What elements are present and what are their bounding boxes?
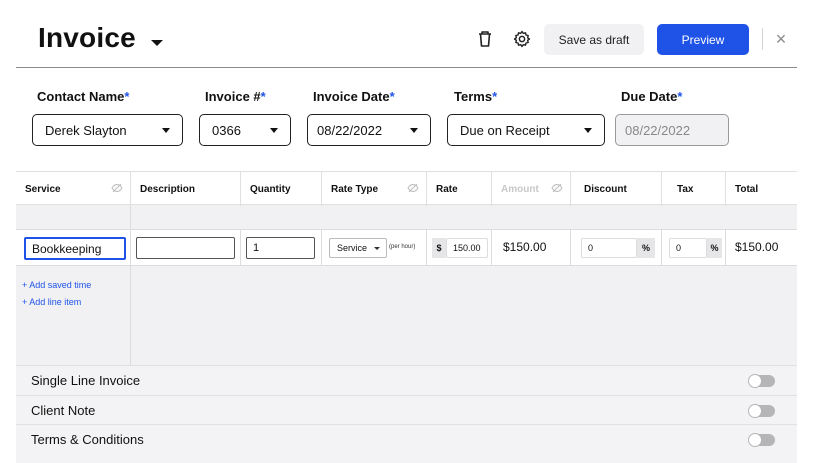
invoice-number-select[interactable]: 0366 <box>199 114 291 146</box>
discount-cell: 0 % <box>571 230 662 265</box>
terms-conditions-toggle[interactable] <box>748 433 775 447</box>
header-divider <box>762 28 763 50</box>
due-date-field: 08/22/2022 <box>615 114 729 146</box>
gear-icon[interactable] <box>511 28 533 50</box>
add-line-item-link[interactable]: + Add line item <box>22 297 81 307</box>
option-label: Single Line Invoice <box>31 373 141 388</box>
terms-label: Terms* <box>454 89 498 104</box>
column-header-total: Total <box>735 183 759 195</box>
service-input[interactable]: Bookkeeping <box>24 237 126 260</box>
table-row: Bookkeeping 1 Service (per hour) $ 150.0… <box>16 229 797 266</box>
description-input[interactable] <box>136 237 235 259</box>
column-header-discount: Discount <box>571 172 662 206</box>
column-header-rate-type: Rate Type <box>322 172 427 206</box>
chevron-down-icon <box>374 247 380 250</box>
single-line-invoice-toggle[interactable] <box>748 374 775 388</box>
chevron-down-icon <box>584 128 592 133</box>
column-header-amount: Amount <box>492 172 571 206</box>
column-header-tax: Tax <box>662 172 726 206</box>
client-note-toggle[interactable] <box>748 404 775 418</box>
title-dropdown-chevron-icon[interactable] <box>151 40 163 46</box>
due-date-label: Due Date* <box>621 89 683 104</box>
currency-addon: $ <box>432 238 446 258</box>
column-header-quantity: Quantity <box>241 172 322 206</box>
hidden-eye-icon[interactable] <box>407 183 419 193</box>
total-cell: $150.00 <box>726 230 797 265</box>
tax-input[interactable]: 0 <box>669 238 707 258</box>
description-cell <box>131 230 241 265</box>
tax-unit: % <box>707 238 722 258</box>
column-header-description: Description <box>131 172 241 206</box>
option-row-single-line-invoice: Single Line Invoice <box>16 365 797 395</box>
column-header-rate: Rate <box>427 172 492 206</box>
invoice-number-label: Invoice #* <box>205 89 266 104</box>
contact-name-select[interactable]: Derek Slayton <box>32 114 183 146</box>
quantity-cell: 1 <box>241 230 322 265</box>
rate-type-cell: Service (per hour) <box>322 230 427 265</box>
contact-name-label: Contact Name* <box>37 89 130 104</box>
discount-unit: % <box>637 238 655 258</box>
toggle-knob <box>748 404 762 418</box>
rate-type-select[interactable]: Service <box>329 238 387 258</box>
option-row-terms-conditions: Terms & Conditions <box>16 424 797 463</box>
page-header: Invoice Save as draft Preview × <box>0 0 817 68</box>
amount-cell: $150.00 <box>492 230 571 265</box>
trash-icon[interactable] <box>474 28 496 50</box>
add-saved-time-link[interactable]: + Add saved time <box>22 280 91 290</box>
page-title: Invoice <box>38 22 136 53</box>
invoice-date-label: Invoice Date* <box>313 89 395 104</box>
chevron-down-icon <box>270 128 278 133</box>
tax-cell: 0 % <box>662 230 726 265</box>
rate-input[interactable]: 150.00 <box>446 238 488 258</box>
chevron-down-icon <box>162 128 170 133</box>
header-divider-line <box>16 67 797 68</box>
option-row-client-note: Client Note <box>16 395 797 425</box>
service-cell: Bookkeeping <box>16 230 131 265</box>
hidden-eye-icon[interactable] <box>111 183 123 193</box>
total-value: $150.00 <box>735 240 779 254</box>
toggle-knob <box>748 433 762 447</box>
discount-input[interactable]: 0 <box>581 238 637 258</box>
table-header: Service Description Quantity Rate Type R… <box>16 171 797 206</box>
hidden-eye-icon[interactable] <box>551 183 563 193</box>
rate-cell: $ 150.00 <box>427 230 492 265</box>
option-label: Terms & Conditions <box>31 432 144 447</box>
quantity-input[interactable]: 1 <box>246 237 315 259</box>
save-draft-button[interactable]: Save as draft <box>544 24 644 55</box>
close-icon[interactable]: × <box>773 28 789 50</box>
rate-type-note: (per hour) <box>389 244 416 250</box>
terms-select[interactable]: Due on Receipt <box>447 114 605 146</box>
column-header-service: Service <box>16 172 131 206</box>
amount-value: $150.00 <box>503 240 547 254</box>
preview-button[interactable]: Preview <box>657 24 749 55</box>
chevron-down-icon <box>410 128 418 133</box>
invoice-date-select[interactable]: 08/22/2022 <box>307 114 431 146</box>
toggle-knob <box>748 374 762 388</box>
option-label: Client Note <box>31 403 96 418</box>
